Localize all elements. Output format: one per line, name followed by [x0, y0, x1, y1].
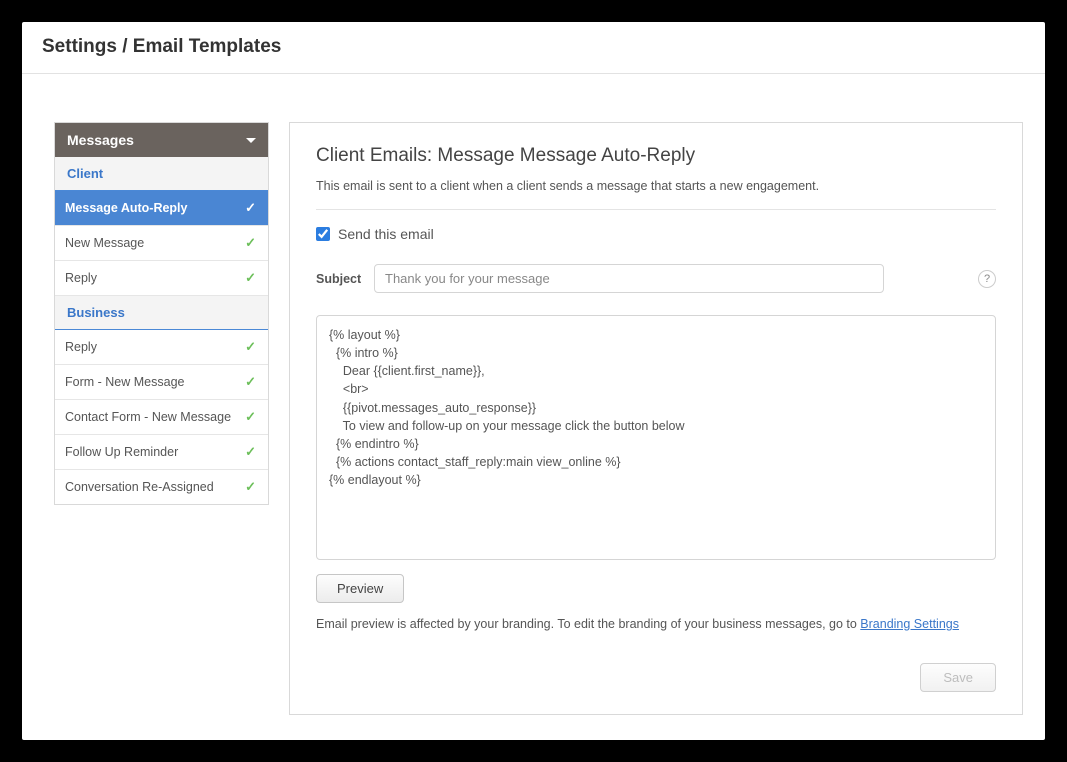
subject-input[interactable]	[374, 264, 884, 293]
branding-settings-link[interactable]: Branding Settings	[860, 617, 959, 631]
save-row: Save	[316, 663, 996, 692]
sidebar-item-reply-business[interactable]: Reply ✓	[55, 330, 268, 365]
footer-note-text: Email preview is affected by your brandi…	[316, 617, 860, 631]
sidebar-item-label: Contact Form - New Message	[65, 410, 231, 424]
check-icon: ✓	[245, 444, 256, 460]
save-button[interactable]: Save	[920, 663, 996, 692]
send-email-label: Send this email	[338, 226, 434, 242]
email-body-textarea[interactable]	[316, 315, 996, 560]
sidebar-item-label: New Message	[65, 236, 144, 250]
check-icon: ✓	[245, 374, 256, 390]
sidebar-section-business[interactable]: Business	[55, 296, 268, 330]
content-area: Messages Client Message Auto-Reply ✓ New…	[22, 74, 1045, 740]
sidebar-heading-label: Messages	[67, 132, 134, 148]
page-header: Settings / Email Templates	[22, 22, 1045, 74]
sidebar-item-form-new-message[interactable]: Form - New Message ✓	[55, 365, 268, 400]
sidebar-item-label: Follow Up Reminder	[65, 445, 178, 459]
check-icon: ✓	[245, 479, 256, 495]
check-icon: ✓	[245, 270, 256, 286]
send-email-row[interactable]: Send this email	[316, 226, 996, 242]
sidebar-item-contact-form-new-message[interactable]: Contact Form - New Message ✓	[55, 400, 268, 435]
caret-down-icon	[246, 138, 256, 143]
sidebar-section-client[interactable]: Client	[55, 157, 268, 191]
sidebar-item-label: Message Auto-Reply	[65, 201, 187, 215]
panel-description: This email is sent to a client when a cl…	[316, 179, 996, 210]
footer-note: Email preview is affected by your brandi…	[316, 617, 996, 631]
sidebar-item-label: Reply	[65, 271, 97, 285]
subject-label: Subject	[316, 272, 362, 286]
settings-window: Settings / Email Templates Messages Clie…	[22, 22, 1045, 740]
sidebar-item-conversation-reassigned[interactable]: Conversation Re-Assigned ✓	[55, 470, 268, 504]
send-email-checkbox[interactable]	[316, 227, 330, 241]
check-icon: ✓	[245, 339, 256, 355]
sidebar-item-message-auto-reply[interactable]: Message Auto-Reply ✓	[55, 191, 268, 226]
subject-row: Subject ?	[316, 264, 996, 293]
check-icon: ✓	[245, 409, 256, 425]
sidebar-item-label: Conversation Re-Assigned	[65, 480, 214, 494]
check-icon: ✓	[245, 235, 256, 251]
preview-button[interactable]: Preview	[316, 574, 404, 603]
sidebar: Messages Client Message Auto-Reply ✓ New…	[54, 122, 269, 505]
sidebar-item-new-message[interactable]: New Message ✓	[55, 226, 268, 261]
sidebar-item-reply-client[interactable]: Reply ✓	[55, 261, 268, 296]
help-icon[interactable]: ?	[978, 270, 996, 288]
page-title: Settings / Email Templates	[42, 36, 1025, 58]
sidebar-item-label: Form - New Message	[65, 375, 184, 389]
check-icon: ✓	[245, 200, 256, 216]
panel-title: Client Emails: Message Message Auto-Repl…	[316, 145, 996, 167]
main-panel: Client Emails: Message Message Auto-Repl…	[289, 122, 1023, 715]
sidebar-item-label: Reply	[65, 340, 97, 354]
sidebar-item-follow-up-reminder[interactable]: Follow Up Reminder ✓	[55, 435, 268, 470]
sidebar-heading[interactable]: Messages	[55, 123, 268, 157]
